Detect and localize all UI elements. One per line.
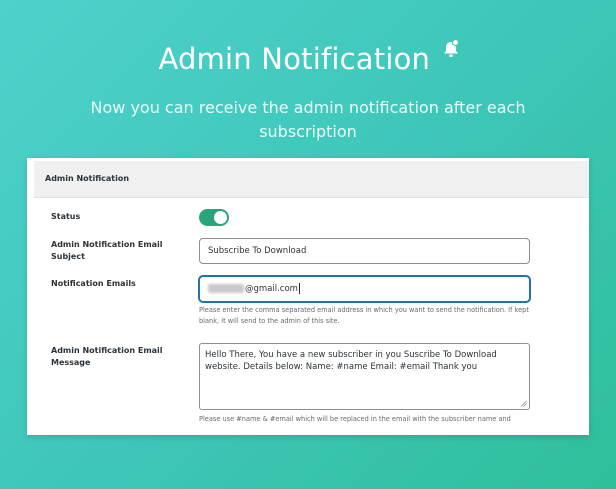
email-subject-input[interactable]: Subscribe To Download [199,238,530,264]
panel-header-title: Admin Notification [45,174,130,183]
text-caret [298,283,300,294]
hero-subtitle: Now you can receive the admin notificati… [90,98,526,141]
hero-title-text: Admin Notification [158,42,431,76]
notification-emails-help: Please enter the comma separated email a… [199,306,529,325]
redacted-email-user [208,284,244,293]
resize-handle-icon[interactable] [520,400,527,407]
status-toggle[interactable] [199,209,229,226]
notification-emails-input[interactable]: @gmail.com [199,276,530,302]
bell-icon [442,32,460,57]
email-message-textarea[interactable]: Hello There, You have a new subscriber i… [199,343,530,410]
email-subject-label: Admin Notification Email Subject [51,240,163,261]
email-domain: @gmail.com [245,284,298,294]
hero-title: Admin Notification [0,38,616,76]
notification-emails-label: Notification Emails [51,279,136,288]
email-message-help: Please use #name & #email which will be … [199,415,511,423]
settings-panel: Admin Notification Status Admin Notifica… [27,158,589,435]
panel-header: Admin Notification [34,161,589,198]
status-label: Status [51,212,81,221]
email-message-label: Admin Notification Email Message [51,346,163,367]
toggle-knob [214,211,227,224]
email-message-text: Hello There, You have a new subscriber i… [205,350,497,372]
